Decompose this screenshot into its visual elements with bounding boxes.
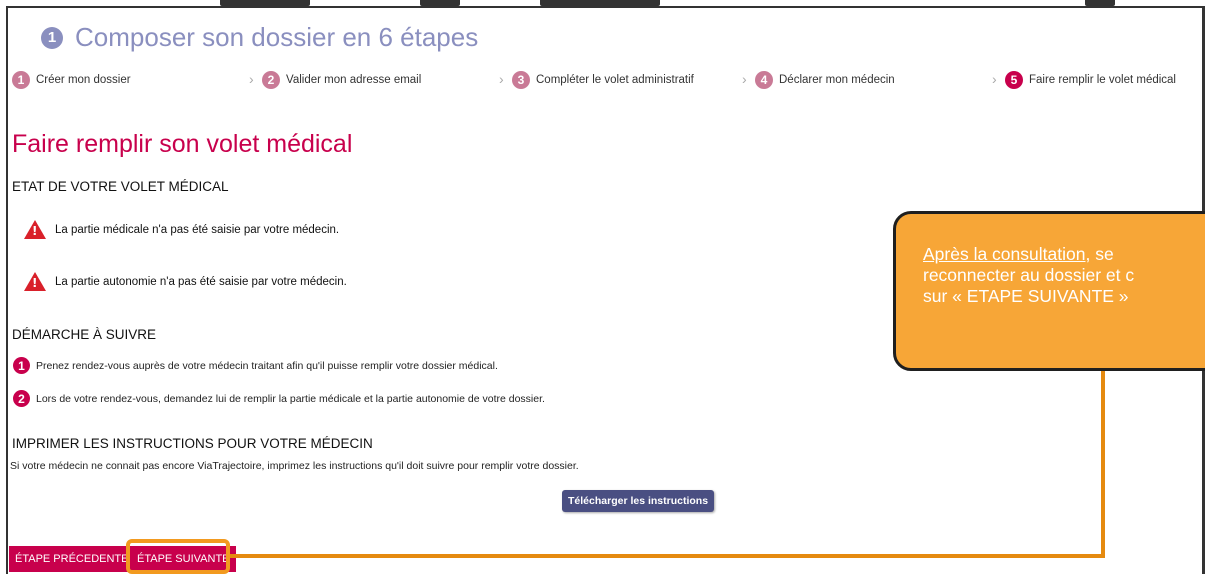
callout-connector-vertical <box>1101 365 1105 558</box>
step-label: Déclarer mon médecin <box>779 74 895 86</box>
callout-link-text: Après la consultation <box>923 244 1086 264</box>
frame-top <box>6 6 1205 8</box>
callout-line-1-rest: , se <box>1085 244 1114 264</box>
step-label: Compléter le volet administratif <box>536 74 694 86</box>
callout-line-3: sur « ETAPE SUIVANTE » <box>923 286 1129 306</box>
step-number: 5 <box>1005 71 1023 89</box>
step-label: Valider mon adresse email <box>286 74 422 86</box>
step-number: 1 <box>12 71 30 89</box>
header-title-text: Composer son dossier en 6 étapes <box>75 22 479 52</box>
step-label: Faire remplir le volet médical <box>1029 74 1176 86</box>
instruction-text: Prenez rendez-vous auprès de votre médec… <box>36 359 498 372</box>
step-number: 4 <box>755 71 773 89</box>
instruction-number: 2 <box>13 390 30 407</box>
chevron-right-icon: › <box>742 71 747 87</box>
step-1[interactable]: 1 Créer mon dossier <box>12 71 131 89</box>
chevron-right-icon: › <box>499 71 504 87</box>
warning-autonomie: La partie autonomie n'a pas été saisie p… <box>24 272 347 291</box>
warning-icon <box>24 220 46 239</box>
step-tracker: 1 Créer mon dossier › 2 Valider mon adre… <box>0 71 1205 93</box>
callout-line-1: Après la consultation, se <box>923 244 1205 265</box>
demarche-section-title: DÉMARCHE À SUIVRE <box>12 327 157 342</box>
step-2[interactable]: 2 Valider mon adresse email <box>262 71 421 89</box>
step-4[interactable]: 4 Déclarer mon médecin <box>755 71 895 89</box>
previous-step-button[interactable]: ÉTAPE PRÉCEDENTE <box>9 546 135 572</box>
callout-line-2: reconnecter au dossier et c <box>923 265 1135 285</box>
step-5[interactable]: 5 Faire remplir le volet médical <box>1005 71 1176 89</box>
next-step-highlight <box>126 539 230 574</box>
instruction-text: Lors de votre rendez-vous, demandez lui … <box>36 392 545 405</box>
imprimer-description: Si votre médecin ne connait pas encore V… <box>10 460 579 472</box>
header-title: 1 Composer son dossier en 6 étapes <box>41 22 478 53</box>
download-instructions-button[interactable]: Télécharger les instructions <box>562 490 715 512</box>
imprimer-section-title: IMPRIMER LES INSTRUCTIONS POUR VOTRE MÉD… <box>12 436 373 451</box>
warning-text: La partie médicale n'a pas été saisie pa… <box>55 223 340 236</box>
etat-section-title: ETAT DE VOTRE VOLET MÉDICAL <box>12 179 229 194</box>
chevron-right-icon: › <box>992 71 997 87</box>
warning-medical: La partie médicale n'a pas été saisie pa… <box>24 220 339 239</box>
instruction-item: 2 Lors de votre rendez-vous, demandez lu… <box>13 390 545 407</box>
step-label: Créer mon dossier <box>36 74 131 86</box>
callout-connector-horizontal <box>230 554 1105 558</box>
callout-bubble: Après la consultation, se reconnecter au… <box>893 211 1205 371</box>
step-number: 3 <box>512 71 530 89</box>
page-title: Faire remplir son volet médical <box>12 130 353 158</box>
step-3[interactable]: 3 Compléter le volet administratif <box>512 71 694 89</box>
instruction-item: 1 Prenez rendez-vous auprès de votre méd… <box>13 357 498 374</box>
header-step-number: 1 <box>41 26 63 49</box>
warning-text: La partie autonomie n'a pas été saisie p… <box>55 275 347 288</box>
instruction-number: 1 <box>13 357 30 374</box>
warning-icon <box>24 272 46 291</box>
step-number: 2 <box>262 71 280 89</box>
chevron-right-icon: › <box>249 71 254 87</box>
